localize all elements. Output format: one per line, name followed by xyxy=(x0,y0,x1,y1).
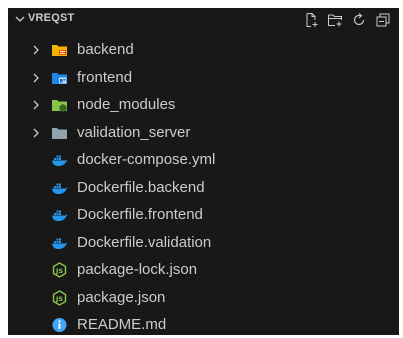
docker-icon xyxy=(52,155,68,166)
tree-item-label: package-lock.json xyxy=(77,261,198,278)
docker-icon xyxy=(52,238,68,249)
tree-item-label: Dockerfile.validation xyxy=(77,233,212,251)
tree-item-dockerfile-validation[interactable]: Dockerfile.validation xyxy=(8,229,399,257)
explorer-header[interactable]: VREQST xyxy=(8,8,399,30)
tree-item-node-modules[interactable]: node_modules xyxy=(8,91,399,119)
tree-item-dockerfile-backend[interactable]: Dockerfile.backend xyxy=(8,174,399,202)
tree-item-label: docker-compose.yml xyxy=(77,151,216,168)
new-file-icon[interactable] xyxy=(301,10,321,30)
docker-icon xyxy=(52,210,68,221)
tree-item-label: frontend xyxy=(77,68,133,86)
folder-node-icon xyxy=(52,100,67,112)
tree-item-frontend[interactable]: frontend xyxy=(8,64,399,92)
folder-icon xyxy=(52,127,67,139)
chevron-right-icon[interactable] xyxy=(29,43,43,57)
collapse-all-icon[interactable] xyxy=(373,10,393,30)
explorer-title: VREQST xyxy=(28,12,75,24)
tree-item-package-lock[interactable]: JS package-lock.json xyxy=(8,256,399,284)
folder-frontend-icon xyxy=(52,72,67,84)
docker-icon xyxy=(52,183,68,194)
file-tree: backend frontend node_modules validation… xyxy=(8,36,399,335)
new-folder-icon[interactable] xyxy=(325,10,345,30)
refresh-icon[interactable] xyxy=(349,10,369,30)
tree-item-label: README.md xyxy=(77,316,167,333)
svg-text:JS: JS xyxy=(55,295,63,303)
chevron-down-icon[interactable] xyxy=(13,12,27,26)
tree-item-package-json[interactable]: JS package.json xyxy=(8,284,399,312)
tree-item-label: node_modules xyxy=(77,96,176,113)
tree-item-docker-compose[interactable]: docker-compose.yml xyxy=(8,146,399,174)
tree-item-validation-server[interactable]: validation_server xyxy=(8,119,399,147)
chevron-right-icon[interactable] xyxy=(29,126,43,140)
nodejs-icon: JS xyxy=(52,262,67,278)
tree-item-readme[interactable]: README.md xyxy=(8,311,399,335)
chevron-right-icon[interactable] xyxy=(29,71,43,85)
tree-item-backend[interactable]: backend xyxy=(8,36,399,64)
svg-text:JS: JS xyxy=(55,267,63,275)
tree-item-label: Dockerfile.backend xyxy=(77,178,205,196)
chevron-right-icon[interactable] xyxy=(29,98,43,112)
tree-item-label: Dockerfile.frontend xyxy=(77,206,203,223)
explorer-panel: VREQST backend frontend node_modules val… xyxy=(8,8,399,335)
nodejs-icon: JS xyxy=(52,289,67,306)
info-icon xyxy=(52,318,67,332)
folder-backend-icon xyxy=(52,45,67,56)
tree-item-label: package.json xyxy=(77,288,166,306)
tree-item-label: validation_server xyxy=(77,123,191,141)
tree-item-dockerfile-frontend[interactable]: Dockerfile.frontend xyxy=(8,201,399,229)
tree-item-label: backend xyxy=(77,41,134,58)
explorer-actions xyxy=(301,10,393,30)
